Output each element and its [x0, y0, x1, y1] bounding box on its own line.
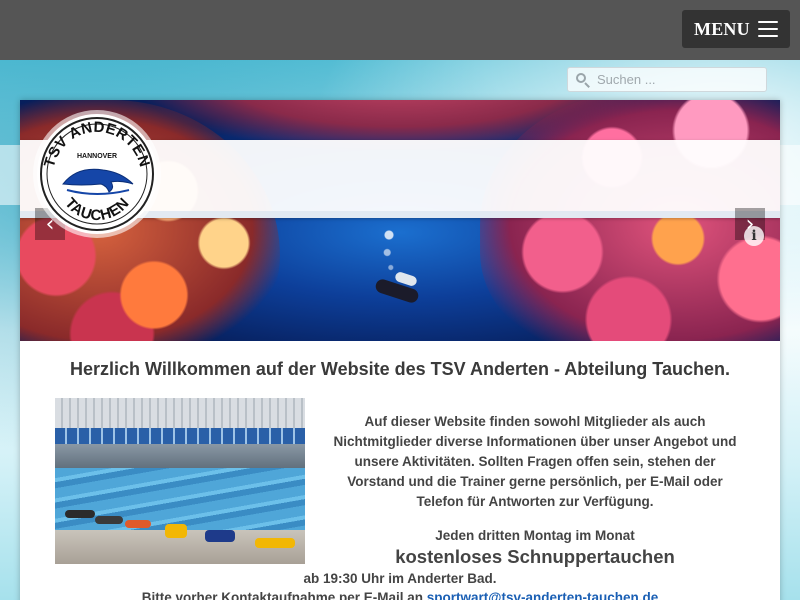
contact-line: Bitte vorher Kontaktaufnahme per E-Mail … — [20, 590, 780, 600]
info-glyph: i — [751, 228, 757, 244]
club-logo[interactable]: TSV ANDERTEN HANNOVER TAUCHEN — [37, 114, 157, 234]
club-logo-emblem: TSV ANDERTEN HANNOVER TAUCHEN — [40, 117, 154, 231]
search-box[interactable] — [567, 67, 767, 92]
contact-prefix: Bitte vorher Kontaktaufnahme per E-Mail … — [141, 590, 427, 600]
contact-email-link[interactable]: sportwart@tsv-anderten-tauchen.de — [427, 590, 658, 600]
search-icon — [576, 72, 590, 88]
content-card: ‹ › i TSV ANDERTEN HANNOVER TAUCHEN Herz… — [20, 100, 780, 600]
hamburger-icon — [758, 21, 778, 37]
time-location-line: ab 19:30 Uhr im Anderter Bad. — [303, 571, 497, 586]
menu-label: MENU — [694, 18, 750, 39]
menu-button[interactable]: MENU — [682, 10, 790, 48]
welcome-title: Herzlich Willkommen auf der Website des … — [70, 359, 730, 379]
top-bar: MENU — [0, 0, 800, 60]
slider-image-diver — [365, 225, 435, 310]
intro-paragraph: Auf dieser Website finden sowohl Mitglie… — [333, 414, 737, 509]
logo-text-middle: HANNOVER — [77, 153, 117, 160]
schedule-line: Jeden dritten Montag im Monat — [435, 528, 635, 543]
search-input[interactable] — [597, 72, 757, 87]
header-slider: ‹ › i TSV ANDERTEN HANNOVER TAUCHEN — [20, 100, 780, 341]
trial-dive-heading: kostenloses Schnuppertauchen — [395, 546, 675, 567]
pool-photo — [55, 398, 305, 564]
info-icon[interactable]: i — [744, 226, 764, 246]
